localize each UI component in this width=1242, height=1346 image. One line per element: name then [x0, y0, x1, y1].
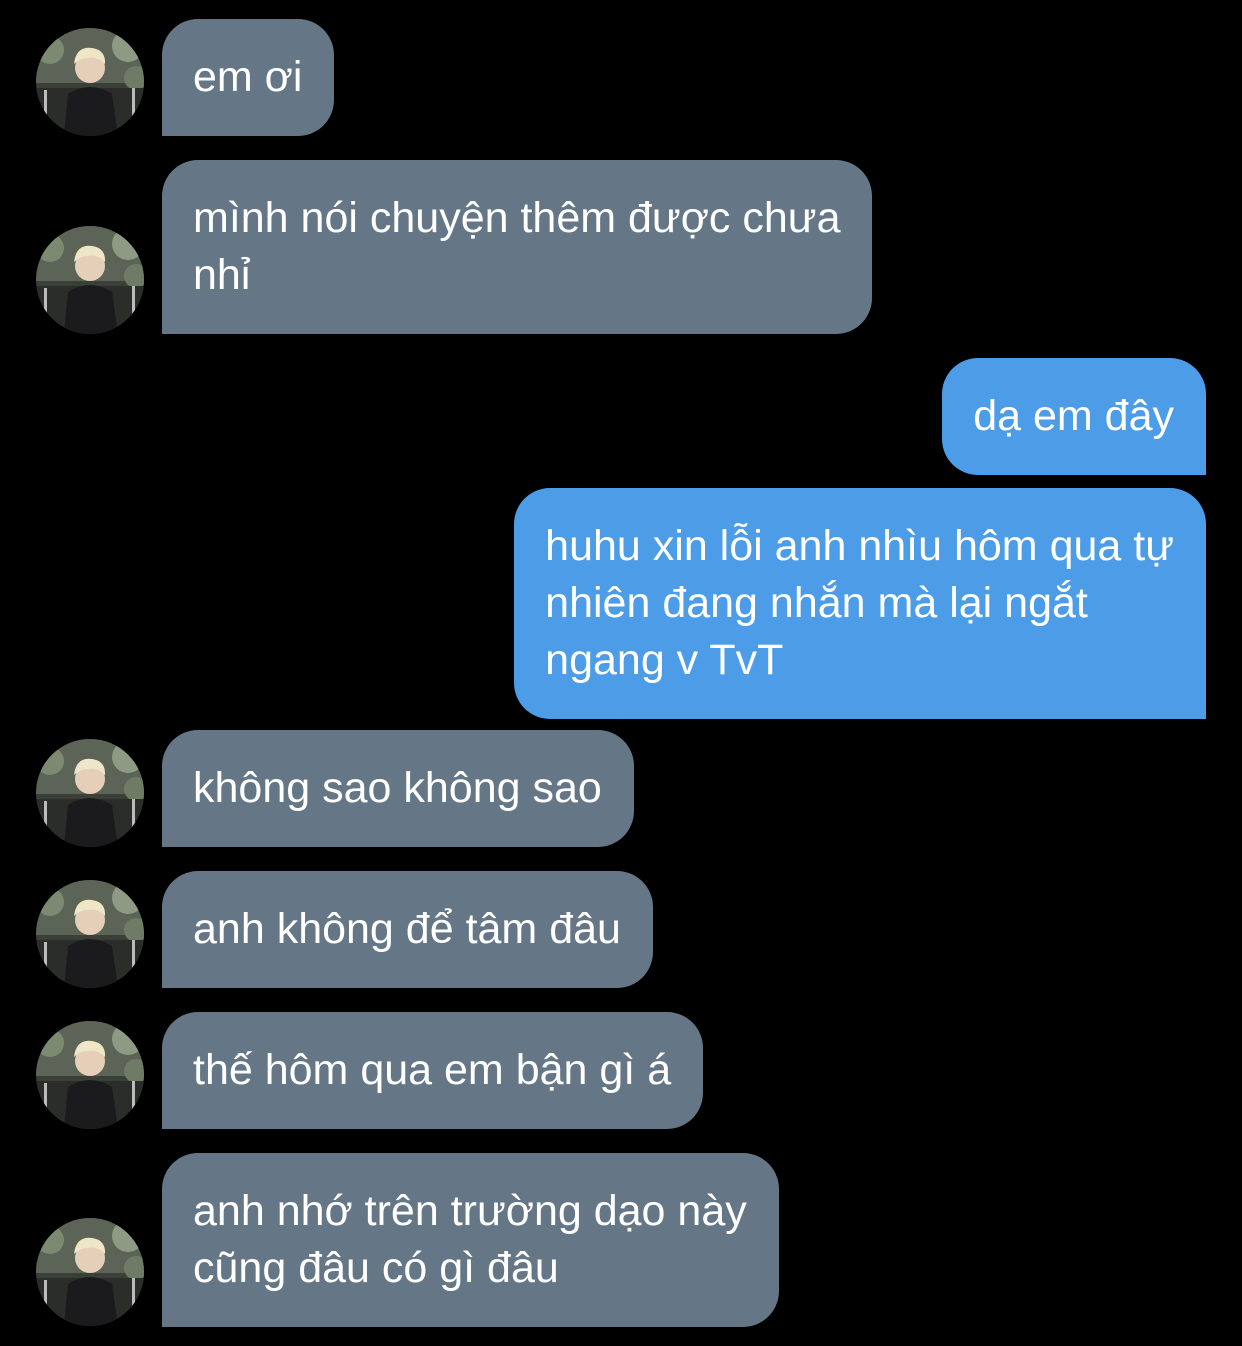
message-text: huhu xin lỗi anh nhìu hôm qua tự — [545, 522, 1174, 570]
message-text: thế hôm qua em bận gì á — [193, 1046, 672, 1094]
incoming-message-bubble[interactable]: em ơi — [162, 19, 335, 136]
avatar[interactable] — [36, 28, 144, 136]
outgoing-message-bubble[interactable]: huhu xin lỗi anh nhìu hôm qua tự nhiên đ… — [514, 488, 1206, 719]
message-text: cũng đâu có gì đâu — [193, 1244, 559, 1292]
message-text: dạ em đây — [973, 392, 1174, 440]
incoming-message-bubble[interactable]: anh nhớ trên trường dạo này cũng đâu có … — [162, 1153, 779, 1327]
message-text: em ơi — [193, 53, 303, 101]
avatar[interactable] — [36, 880, 144, 988]
message-text: mình nói chuyện thêm được chưa — [193, 194, 841, 242]
avatar-photo-icon — [36, 1218, 144, 1326]
avatar[interactable] — [36, 226, 144, 334]
avatar-photo-icon — [36, 880, 144, 988]
avatar-photo-icon — [36, 1021, 144, 1129]
outgoing-message-bubble[interactable]: dạ em đây — [942, 358, 1206, 475]
incoming-message-bubble[interactable]: anh không để tâm đâu — [162, 871, 653, 988]
message-text: không sao không sao — [193, 764, 602, 812]
avatar-photo-icon — [36, 739, 144, 847]
avatar-photo-icon — [36, 28, 144, 136]
avatar-photo-icon — [36, 226, 144, 334]
avatar[interactable] — [36, 1218, 144, 1326]
incoming-message-bubble[interactable]: mình nói chuyện thêm được chưa nhỉ — [162, 160, 873, 334]
avatar[interactable] — [36, 1021, 144, 1129]
message-text: nhiên đang nhắn mà lại ngắt — [545, 579, 1088, 627]
avatar[interactable] — [36, 739, 144, 847]
incoming-message-bubble[interactable]: không sao không sao — [162, 730, 634, 847]
message-text: nhỉ — [193, 251, 251, 299]
incoming-message-bubble[interactable]: thế hôm qua em bận gì á — [162, 1012, 704, 1129]
message-text: anh nhớ trên trường dạo này — [193, 1187, 747, 1235]
message-text: anh không để tâm đâu — [193, 905, 621, 953]
message-text: ngang v TvT — [545, 636, 784, 684]
